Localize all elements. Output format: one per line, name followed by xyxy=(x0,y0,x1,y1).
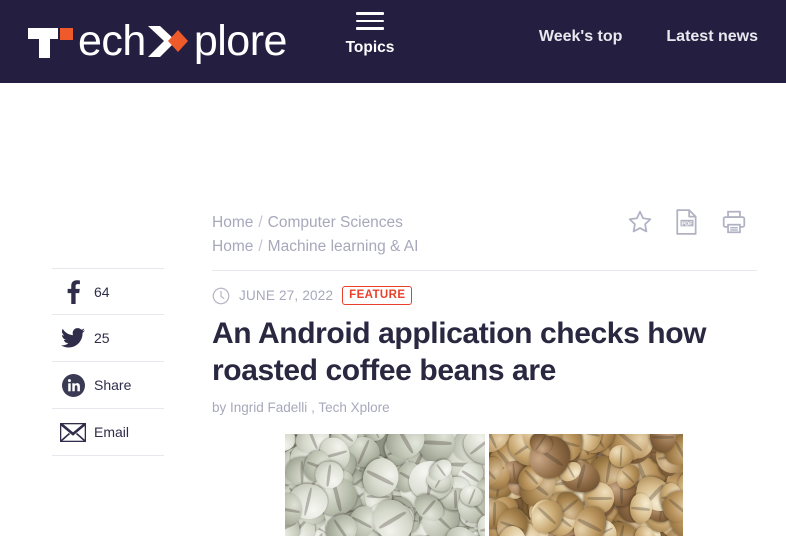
star-icon[interactable] xyxy=(627,209,653,240)
breadcrumb-separator-1: / xyxy=(258,214,263,231)
byline-prefix: by xyxy=(212,400,231,415)
logo-text-right: plore xyxy=(193,17,288,65)
print-icon[interactable] xyxy=(721,209,747,240)
byline: by Ingrid Fadelli , Tech Xplore xyxy=(212,400,757,415)
logo-text-left: ech xyxy=(78,17,146,65)
linkedin-label: Share xyxy=(94,377,132,393)
article-header: PDF Home / Computer Sciences Home / Machine … xyxy=(212,201,757,415)
share-email[interactable]: Email xyxy=(52,409,164,456)
site-logo[interactable]: ech plore xyxy=(26,0,287,83)
svg-text:PDF: PDF xyxy=(681,221,693,227)
clock-icon xyxy=(212,287,230,305)
page-body: 64 25 Share Email PDF Home / Computer Sc… xyxy=(0,83,786,536)
share-facebook[interactable]: 64 xyxy=(52,268,164,315)
page-title: An Android application checks how roaste… xyxy=(212,317,707,387)
logo-t-mark xyxy=(28,27,73,58)
article-figure[interactable] xyxy=(285,434,683,536)
article-meta: JUNE 27, 2022 FEATURE xyxy=(212,286,757,305)
header-divider xyxy=(212,270,757,271)
header-nav: Week's top Latest news xyxy=(539,28,758,46)
share-rail: 64 25 Share Email xyxy=(52,268,164,456)
twitter-count: 25 xyxy=(94,330,110,346)
topics-label: Topics xyxy=(345,38,395,56)
breadcrumb-separator-2: / xyxy=(258,238,263,255)
hamburger-icon xyxy=(356,12,384,30)
status-badge[interactable]: FEATURE xyxy=(342,286,413,305)
linkedin-icon xyxy=(52,373,94,397)
facebook-icon xyxy=(52,279,94,304)
byline-author[interactable]: Ingrid Fadelli xyxy=(230,400,307,415)
nav-weeks-top[interactable]: Week's top xyxy=(539,28,623,46)
nav-latest-news[interactable]: Latest news xyxy=(666,28,758,46)
breadcrumb-home-2[interactable]: Home xyxy=(212,238,253,255)
article-actions: PDF xyxy=(627,209,747,240)
facebook-count: 64 xyxy=(94,283,110,300)
figure-image-green-beans xyxy=(285,434,485,536)
breadcrumb-home-1[interactable]: Home xyxy=(212,214,253,231)
byline-source[interactable]: Tech Xplore xyxy=(318,400,389,415)
pdf-icon[interactable]: PDF xyxy=(675,209,699,240)
breadcrumb-section-computer-sciences[interactable]: Computer Sciences xyxy=(268,214,403,231)
twitter-icon xyxy=(52,328,94,348)
email-label: Email xyxy=(94,424,130,440)
publish-date: JUNE 27, 2022 xyxy=(239,288,334,303)
site-header: ech plore Topics Week's top Latest news xyxy=(0,0,786,83)
breadcrumb-section-machine-learning[interactable]: Machine learning & AI xyxy=(268,238,419,255)
email-icon xyxy=(52,422,94,442)
topics-menu-button[interactable]: Topics xyxy=(335,12,405,57)
share-twitter[interactable]: 25 xyxy=(52,315,164,362)
share-linkedin[interactable]: Share xyxy=(52,362,164,409)
logo-x-mark xyxy=(147,25,188,57)
figure-image-roasted-beans xyxy=(489,434,683,536)
byline-separator: , xyxy=(307,400,319,415)
